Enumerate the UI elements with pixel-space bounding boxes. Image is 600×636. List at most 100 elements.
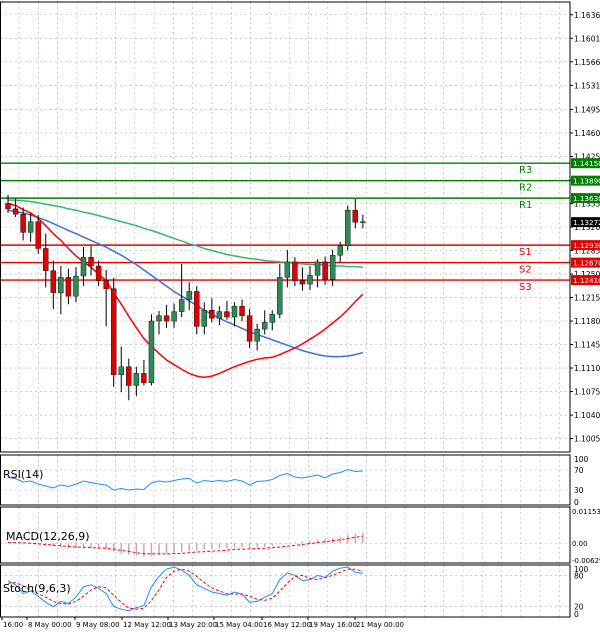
candle-body <box>156 315 162 322</box>
candle-body <box>178 299 185 312</box>
candle-body <box>292 261 298 281</box>
time-axis-label: 12 May 12:00 <box>123 621 171 629</box>
level-price-label: 1.14150 <box>573 159 600 168</box>
candle-body <box>254 328 260 342</box>
candle-body <box>20 214 26 233</box>
level-price-label: 1.12670 <box>573 259 600 268</box>
candle-body <box>95 265 102 281</box>
candle-body <box>307 275 313 285</box>
price-axis-label: 1.16360 <box>574 11 600 20</box>
price-axis-label: 1.15660 <box>574 58 600 67</box>
pane-frame-stoch <box>0 564 571 618</box>
trading-chart: R3 R2 R1 S1 S2 S3 1.16360 1.16010 1.15660 1.1531… <box>0 0 600 632</box>
macd-axis-label: 0.011537 <box>572 508 600 516</box>
candle-body <box>80 257 87 277</box>
candle-body <box>329 255 336 280</box>
candle-body <box>126 366 132 386</box>
price-axis-label: 1.11100 <box>574 364 600 373</box>
price-axis-label: 1.15310 <box>574 81 600 90</box>
candle-body <box>269 314 275 323</box>
candle-body <box>239 306 245 316</box>
price-axis-label: 1.14600 <box>574 129 600 138</box>
candle-body <box>118 366 124 375</box>
time-axis-label: 19 May 16:00 <box>309 621 357 629</box>
candle-body <box>209 310 215 319</box>
candle-body <box>299 280 306 285</box>
pane-frames <box>0 1 571 618</box>
candle-body <box>65 277 72 297</box>
candle-body <box>110 288 117 375</box>
candle-body <box>246 315 253 342</box>
rsi-axis-label: 0 <box>574 498 579 507</box>
candle-body <box>201 310 208 327</box>
rsi-title: RSI(14) <box>3 468 43 481</box>
candle-body <box>133 373 140 386</box>
candle-body <box>73 275 79 297</box>
candle-body <box>352 210 358 223</box>
candle-body <box>314 261 321 276</box>
price-axis-label: 1.11800 <box>574 317 600 326</box>
time-axis-label: 13 May 20:00 <box>169 621 217 629</box>
price-axis-label: 1.10400 <box>574 411 600 420</box>
rsi-line <box>7 468 363 491</box>
level-name-r3: R3 <box>519 165 532 176</box>
level-name-r2: R2 <box>519 183 532 194</box>
time-axis-label: 9 May 08:00 <box>76 621 120 629</box>
chart-canvas: R3 R2 R1 S1 S2 S3 1.16360 1.16010 1.15660 1.1531… <box>0 1 600 629</box>
candle-body <box>43 248 49 271</box>
rsi-axis-label: 30 <box>574 486 584 495</box>
candle-body <box>345 210 351 247</box>
stoch-axis-label: 0 <box>574 610 579 619</box>
axis-labels: 1.16360 1.16010 1.15660 1.15310 1.14950 1.146… <box>1 11 600 629</box>
candle-body <box>224 311 230 318</box>
price-axis-label: 1.10050 <box>574 435 600 444</box>
candle-body <box>103 280 109 289</box>
pane-frame-rsi <box>0 454 571 506</box>
time-axis-label: 8 May 00:00 <box>28 621 72 629</box>
time-axis-label: 15 May 04:00 <box>215 621 263 629</box>
current-price-label: 1.13272 <box>573 218 600 227</box>
price-axis-label: 1.10750 <box>574 388 600 397</box>
level-name-s2: S2 <box>519 265 532 276</box>
candle-body <box>5 203 11 210</box>
macd-title: MACD(12,26,9) <box>6 530 90 543</box>
price-axis-label: 1.16010 <box>574 34 600 43</box>
rsi-axis-label: 70 <box>574 466 584 475</box>
ma-slow-line <box>8 199 363 269</box>
candle-body <box>337 245 343 256</box>
level-name-r1: R1 <box>519 200 532 211</box>
time-axis-label: 16 May 12:00 <box>263 621 311 629</box>
level-price-label: 1.12410 <box>573 276 600 285</box>
candle-body <box>35 221 41 249</box>
candle-body <box>194 291 200 327</box>
grid-lines <box>0 2 570 617</box>
candle-body <box>262 322 268 330</box>
stoch-title: Stoch(9,6,3) <box>3 582 71 595</box>
level-price-label: 1.12930 <box>573 241 600 250</box>
rsi-axis-label: 100 <box>574 455 589 464</box>
candle-body <box>50 270 56 294</box>
candle-body <box>360 221 366 223</box>
candle-body <box>284 261 291 278</box>
level-price-label: 1.13630 <box>573 194 600 203</box>
level-name-s1: S1 <box>519 247 532 258</box>
candle-body <box>141 373 147 384</box>
stoch-axis-label: 80 <box>574 571 584 580</box>
price-axis-label: 1.11450 <box>574 341 600 350</box>
candle-body <box>231 306 238 318</box>
macd-axis-label: -0.00629 <box>572 557 600 565</box>
candle-body <box>171 311 177 322</box>
candle-body <box>216 311 223 319</box>
candle-body <box>186 291 192 300</box>
level-name-s3: S3 <box>519 282 532 293</box>
candle-body <box>322 261 328 280</box>
time-axis-label: 16:00 <box>3 621 23 629</box>
candle-body <box>163 315 170 322</box>
candle-body <box>148 320 155 384</box>
price-axis-label: 1.12150 <box>574 294 600 303</box>
macd-axis-label: 0.00 <box>572 540 588 548</box>
candle-body <box>58 277 64 294</box>
candle-body <box>27 221 34 233</box>
time-axis-label: 21 May 00:00 <box>356 621 404 629</box>
candle-body <box>277 277 283 315</box>
